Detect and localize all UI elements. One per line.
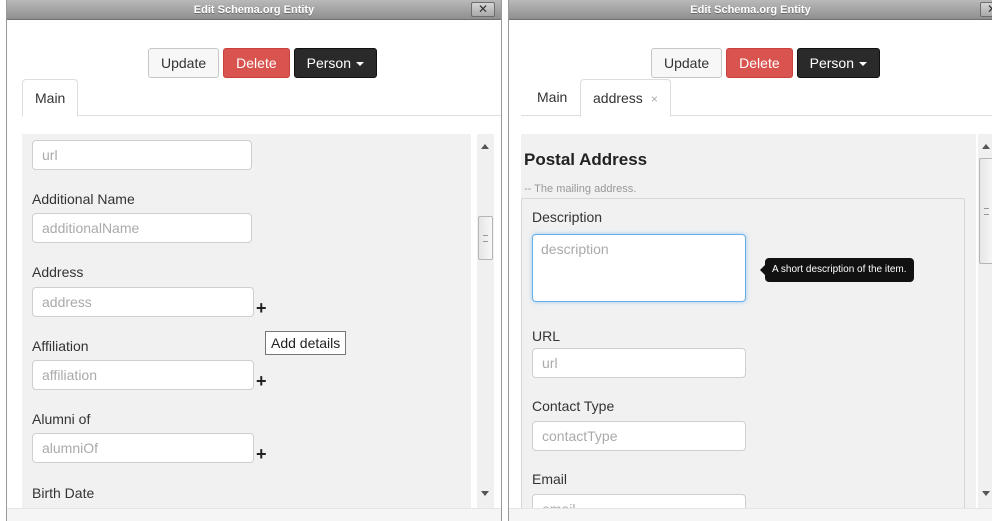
contact-type-label: Contact Type [532, 398, 615, 414]
scroll-down-icon[interactable] [982, 491, 990, 496]
url-label: URL [532, 328, 561, 344]
tab-address[interactable]: address × [580, 79, 671, 117]
dialog-footer [7, 508, 501, 521]
tab-bar: Main [22, 79, 501, 117]
affiliation-label: Affiliation [32, 338, 89, 354]
caret-down-icon [355, 62, 364, 67]
email-input[interactable]: email [532, 494, 746, 508]
address-input[interactable]: address [32, 287, 254, 317]
dialog-titlebar[interactable]: Edit Schema.org Entity ✕ [509, 0, 992, 20]
type-dropdown-label: Person [809, 55, 854, 71]
description-tooltip: A short description of the item. [760, 258, 914, 282]
update-button[interactable]: Update [651, 48, 723, 78]
url-input[interactable]: url [532, 348, 746, 378]
form-scroll-pane: url Additional Name additionalName Addre… [22, 134, 471, 508]
update-button[interactable]: Update [148, 48, 220, 78]
scroll-thumb[interactable] [478, 216, 493, 260]
email-label: Email [532, 471, 568, 487]
section-heading: Postal Address [524, 150, 648, 169]
action-toolbar: Update Delete Person [651, 48, 880, 78]
description-textarea[interactable]: description [532, 234, 746, 302]
alumni-of-input[interactable]: alumniOf [32, 433, 254, 463]
close-icon[interactable]: ✕ [471, 2, 495, 17]
action-toolbar: Update Delete Person [148, 48, 377, 78]
dialog-titlebar[interactable]: Edit Schema.org Entity ✕ [7, 0, 501, 20]
alumni-of-label: Alumni of [32, 411, 91, 427]
form-scroll-pane: Postal Address -- The mailing address. D… [521, 134, 976, 508]
scroll-thumb[interactable] [979, 158, 992, 264]
scroll-up-icon[interactable] [481, 144, 489, 149]
section-description: -- The mailing address. [524, 183, 637, 195]
add-details-tooltip: Add details [265, 331, 347, 355]
address-label: Address [32, 264, 84, 280]
dialog-title: Edit Schema.org Entity [193, 4, 315, 16]
description-label: Description [532, 209, 603, 225]
delete-button[interactable]: Delete [223, 48, 290, 78]
add-affiliation-icon[interactable]: + [256, 372, 267, 390]
add-alumni-of-icon[interactable]: + [256, 445, 267, 463]
scroll-down-icon[interactable] [481, 491, 489, 496]
caret-down-icon [858, 62, 867, 67]
postal-address-fieldset: Description description URL url Contact … [521, 198, 965, 508]
birth-date-label: Birth Date [32, 485, 95, 501]
close-tab-icon[interactable]: × [651, 92, 658, 106]
tab-bar: Main address × [521, 79, 992, 117]
tab-address-label: address [593, 90, 643, 106]
vertical-scrollbar[interactable] [477, 134, 494, 508]
url-input[interactable]: url [32, 140, 252, 170]
add-address-icon[interactable]: + [256, 299, 267, 317]
dialog-footer [509, 508, 992, 521]
tab-main[interactable]: Main [525, 79, 579, 116]
type-dropdown-button[interactable]: Person [293, 48, 377, 78]
close-icon[interactable]: ✕ [980, 2, 992, 17]
dialog-title: Edit Schema.org Entity [690, 4, 811, 16]
additional-name-input[interactable]: additionalName [32, 213, 252, 243]
edit-entity-dialog-right: Edit Schema.org Entity ✕ Update Delete P… [508, 0, 992, 521]
additional-name-label: Additional Name [32, 191, 135, 207]
edit-entity-dialog-left: Edit Schema.org Entity ✕ Update Delete P… [6, 0, 502, 521]
scroll-up-icon[interactable] [982, 144, 990, 149]
type-dropdown-button[interactable]: Person [796, 48, 880, 78]
type-dropdown-label: Person [306, 55, 351, 71]
contact-type-input[interactable]: contactType [532, 421, 746, 451]
affiliation-input[interactable]: affiliation [32, 360, 254, 390]
delete-button[interactable]: Delete [726, 48, 793, 78]
vertical-scrollbar[interactable] [978, 134, 992, 508]
tab-main[interactable]: Main [22, 79, 79, 117]
